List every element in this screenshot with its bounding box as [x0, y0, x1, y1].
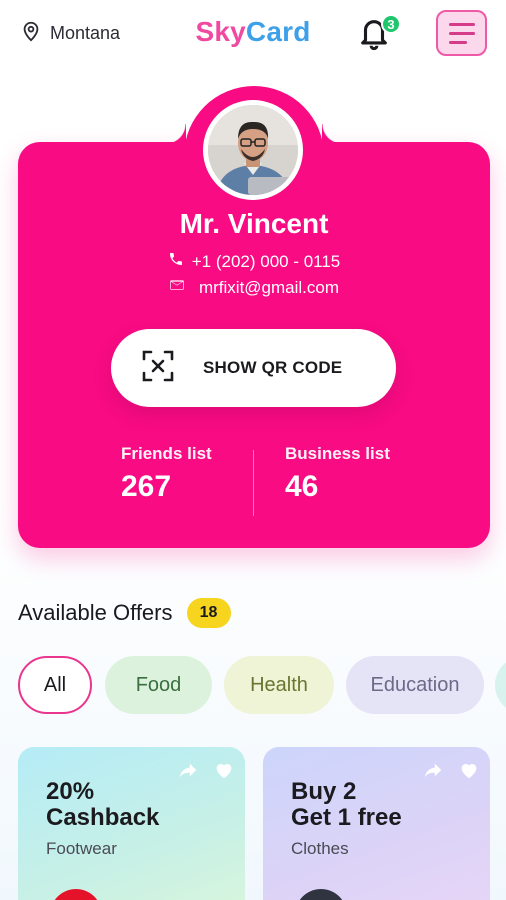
share-icon[interactable]	[177, 759, 199, 786]
mail-icon	[169, 277, 185, 298]
chip-more-partial[interactable]	[495, 656, 506, 714]
offer-category: Footwear	[46, 839, 117, 858]
brand-part-sky: Sky	[195, 16, 246, 47]
business-value: 46	[285, 470, 319, 503]
profile-card: Mr. Vincent +1 (202) 000 - 0115 mrfixit@…	[18, 86, 490, 550]
offer-title: 20% Cashback	[46, 779, 159, 831]
phone-row[interactable]: +1 (202) 000 - 0115	[18, 251, 490, 272]
offers-title: Available Offers	[18, 600, 173, 625]
heart-icon[interactable]	[213, 759, 235, 786]
offer-actions	[177, 759, 235, 786]
menu-line	[449, 40, 467, 44]
chip-health[interactable]: Health	[224, 656, 334, 714]
category-chips: All Food Health Education	[18, 656, 506, 716]
avatar[interactable]	[203, 100, 303, 200]
offer-title-line1: 20%	[46, 778, 95, 805]
friends-value: 267	[121, 470, 172, 503]
qr-button-label: SHOW QR CODE	[203, 358, 343, 377]
chip-all[interactable]: All	[18, 656, 92, 714]
offer-logo	[295, 889, 347, 900]
offer-title-line1: Buy 2	[291, 778, 357, 805]
email-address: mrfixit@gmail.com	[198, 277, 340, 297]
brand-part-card: Card	[245, 16, 311, 47]
offers-count-badge: 18	[186, 598, 231, 628]
app-header: Montana SkyCard 3	[0, 0, 506, 70]
phone-number: +1 (202) 000 - 0115	[191, 251, 341, 271]
offer-title-line2: Cashback	[46, 804, 160, 831]
offer-category: Clothes	[291, 839, 349, 858]
bell-icon	[357, 20, 391, 56]
card-tab-corner-left	[166, 124, 186, 144]
offer-title-line2: Get 1 free	[291, 804, 402, 831]
offer-logo	[50, 889, 102, 900]
phone-icon	[168, 251, 184, 272]
offers-header: Available Offers 18	[18, 598, 231, 628]
menu-line	[449, 22, 475, 26]
share-icon[interactable]	[422, 759, 444, 786]
notifications-button[interactable]: 3	[357, 14, 401, 56]
friends-stat[interactable]: Friends list 267	[121, 444, 212, 504]
email-row[interactable]: mrfixit@gmail.com	[18, 277, 490, 298]
offer-card[interactable]: 20% Cashback Footwear	[18, 747, 245, 900]
offer-actions	[422, 759, 480, 786]
chip-education[interactable]: Education	[346, 656, 484, 714]
offer-card[interactable]: Buy 2 Get 1 free Clothes	[263, 747, 490, 900]
stats-row: Friends list 267 Business list 46	[18, 444, 490, 516]
app-logo: SkyCard	[0, 16, 506, 48]
menu-line	[449, 31, 475, 35]
profile-name: Mr. Vincent	[179, 208, 329, 239]
qr-scan-icon	[141, 349, 175, 388]
notification-badge: 3	[381, 14, 401, 34]
stats-divider	[253, 450, 254, 516]
business-stat[interactable]: Business list 46	[285, 444, 390, 504]
show-qr-code-button[interactable]: SHOW QR CODE	[111, 329, 396, 407]
chip-food[interactable]: Food	[105, 656, 212, 714]
avatar-photo	[208, 105, 298, 195]
card-tab-corner-right	[322, 124, 342, 144]
friends-label: Friends list	[121, 444, 212, 463]
offer-title: Buy 2 Get 1 free	[291, 779, 402, 831]
business-label: Business list	[285, 444, 390, 463]
menu-button[interactable]	[436, 10, 487, 56]
heart-icon[interactable]	[458, 759, 480, 786]
